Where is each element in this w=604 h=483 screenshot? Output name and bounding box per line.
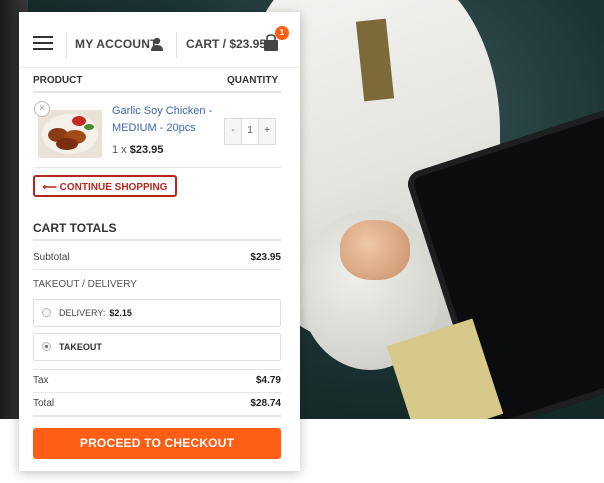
takeout-option[interactable]: TAKEOUT [33,333,281,361]
delivery-radio[interactable] [42,308,51,317]
delivery-option-text: DELIVERY: $2.15 [59,308,132,318]
column-header-quantity: QUANTITY [227,75,279,86]
column-header-product: PRODUCT [33,75,83,86]
total-value: $28.74 [250,398,281,409]
total-label: Total [33,398,55,409]
delivery-label: DELIVERY: [59,308,106,318]
shipping-section-label: TAKEOUT / DELIVERY [33,279,137,290]
cart-link[interactable]: CART / $23.95 [186,37,266,51]
divider [33,91,281,93]
product-price: 1 x $23.95 [112,144,163,156]
product-image[interactable] [38,110,102,158]
unit-price: $23.95 [129,144,164,156]
proceed-to-checkout-button[interactable]: PROCEED TO CHECKOUT [33,428,281,459]
quantity-stepper: - 1 + [224,118,276,145]
user-icon[interactable] [150,37,164,51]
divider [33,415,281,417]
my-account-link[interactable]: MY ACCOUNT [75,37,158,51]
header-divider [66,32,67,58]
continue-shopping-label: ⟵ CONTINUE SHOPPING [42,182,168,193]
takeout-label: TAKEOUT [59,342,102,352]
background-hand [340,220,410,280]
subtotal-value: $23.95 [250,252,281,263]
continue-shopping-button[interactable]: ⟵ CONTINUE SHOPPING [33,175,177,197]
divider [33,269,281,270]
quantity-input[interactable]: 1 [241,119,259,144]
quantity-increase-button[interactable]: + [259,119,275,144]
cart-panel: MY ACCOUNT CART / $23.95 1 PRODUCT QUANT… [19,12,300,471]
divider [33,369,281,370]
divider [33,167,281,168]
takeout-radio[interactable] [42,342,51,351]
remove-icon[interactable]: × [34,101,50,117]
subtotal-label: Subtotal [33,252,70,263]
product-name-link[interactable]: Garlic Soy Chicken - MEDIUM - 20pcs [112,103,220,137]
quantity-decrease-button[interactable]: - [225,119,241,144]
cart-totals-title: CART TOTALS [33,221,117,235]
tax-value: $4.79 [255,375,281,386]
quantity-prefix: 1 x [112,144,127,156]
hamburger-icon[interactable] [33,36,53,50]
cart-count-badge: 1 [275,26,289,40]
delivery-price: $2.15 [109,308,132,318]
tax-label: Tax [33,375,49,386]
header-divider [176,32,177,58]
delivery-option[interactable]: DELIVERY: $2.15 [33,299,281,327]
panel-header: MY ACCOUNT CART / $23.95 1 [19,12,300,68]
divider [33,239,281,241]
divider [33,392,281,393]
